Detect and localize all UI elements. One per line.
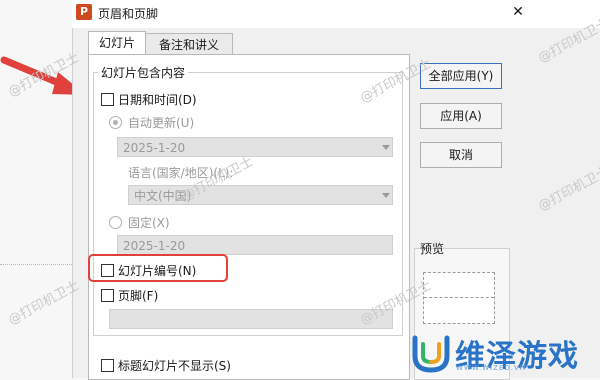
cancel-button[interactable]: 取消 (420, 142, 502, 168)
hide-title-slide-checkbox[interactable] (101, 359, 114, 372)
slide-number-highlight (88, 254, 228, 282)
watermark: @打印机卫士 (5, 278, 82, 329)
footer-input[interactable] (109, 309, 393, 329)
auto-update-radio[interactable] (109, 116, 122, 129)
window-title: 页眉和页脚 (98, 7, 159, 21)
app-icon: P (76, 4, 92, 20)
apply-button[interactable]: 应用(A) (420, 103, 502, 129)
language-select[interactable]: 中文(中国) (128, 185, 393, 205)
chevron-down-icon[interactable] (382, 193, 390, 198)
auto-update-label[interactable]: 自动更新(U) (128, 114, 194, 131)
fixed-label[interactable]: 固定(X) (128, 214, 170, 231)
date-time-label[interactable]: 日期和时间(D) (118, 91, 197, 108)
tab-slide[interactable]: 幻灯片 (88, 31, 146, 56)
close-icon[interactable]: ✕ (508, 2, 528, 22)
fixed-radio[interactable] (109, 216, 122, 229)
tab-notes-handouts[interactable]: 备注和讲义 (145, 33, 233, 56)
brand-url: WWW.WIZED.VIP (456, 364, 529, 372)
date-time-checkbox[interactable] (101, 93, 114, 106)
chevron-down-icon[interactable] (382, 145, 390, 150)
footer-label[interactable]: 页脚(F) (118, 287, 158, 304)
auto-date-value: 2025-1-20 (123, 141, 186, 155)
footer-checkbox[interactable] (101, 289, 114, 302)
fixed-date-field[interactable]: 2025-1-20 (117, 235, 393, 255)
auto-date-select[interactable]: 2025-1-20 (117, 137, 393, 157)
group-legend: 幻灯片包含内容 (98, 64, 189, 81)
brand-logo-icon (412, 335, 450, 373)
preview-label: 预览 (420, 242, 445, 256)
preview-slide (423, 272, 495, 324)
fixed-date-value: 2025-1-20 (123, 239, 186, 253)
hide-title-slide-label[interactable]: 标题幻灯片不显示(S) (118, 357, 231, 374)
